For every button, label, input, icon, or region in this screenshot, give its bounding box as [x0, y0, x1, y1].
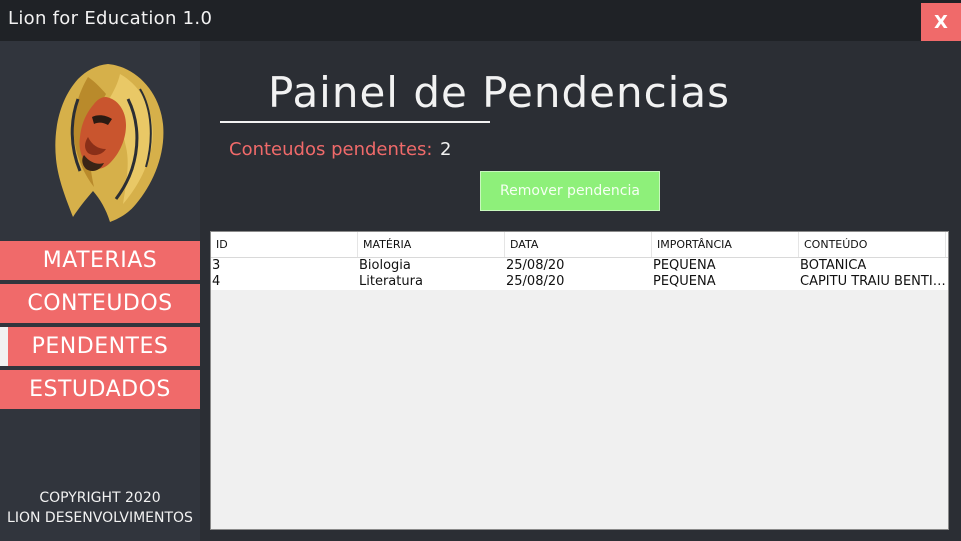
- cell-id: 3: [212, 258, 221, 273]
- pending-table[interactable]: ID MATÉRIA DATA IMPORTÂNCIA CONTEÚDO 3 B…: [210, 231, 949, 530]
- remove-pending-button[interactable]: Remover pendencia: [480, 171, 660, 211]
- column-header-materia[interactable]: MATÉRIA: [358, 232, 505, 257]
- sidebar-item-label: MATERIAS: [42, 248, 158, 273]
- sidebar-item-label: ESTUDADOS: [29, 377, 171, 402]
- copyright-line: LION DESENVOLVIMENTOS: [7, 510, 193, 526]
- copyright: COPYRIGHT 2020 LION DESENVOLVIMENTOS: [0, 488, 200, 528]
- sidebar: MATERIAS CONTEUDOS PENDENTES ESTUDADOS C…: [0, 41, 200, 541]
- cell-conteudo: BOTANICA: [800, 258, 867, 273]
- copyright-line: COPYRIGHT 2020: [39, 490, 161, 506]
- sidebar-item-label: CONTEUDOS: [27, 291, 173, 316]
- sidebar-item-materias[interactable]: MATERIAS: [0, 241, 200, 280]
- sidebar-item-conteudos[interactable]: CONTEUDOS: [0, 284, 200, 323]
- table-row[interactable]: 4 Literatura 25/08/20 PEQUENA CAPITU TRA…: [211, 274, 948, 290]
- app-title: Lion for Education 1.0: [8, 8, 213, 29]
- title-bar: Lion for Education 1.0 X: [0, 0, 961, 41]
- cell-id: 4: [212, 274, 221, 289]
- active-indicator: [0, 327, 8, 366]
- cell-materia: Literatura: [359, 274, 423, 289]
- table-header: ID MATÉRIA DATA IMPORTÂNCIA CONTEÚDO: [211, 232, 948, 258]
- column-header-data[interactable]: DATA: [505, 232, 652, 257]
- sidebar-item-label: PENDENTES: [31, 334, 169, 359]
- sidebar-item-estudados[interactable]: ESTUDADOS: [0, 370, 200, 409]
- cell-importancia: PEQUENA: [653, 274, 716, 289]
- cell-data: 25/08/20: [506, 274, 565, 289]
- title-underline: [220, 121, 490, 123]
- lion-logo-icon: [55, 64, 164, 222]
- pending-label: Conteudos pendentes:: [229, 139, 433, 160]
- cell-importancia: PEQUENA: [653, 258, 716, 273]
- column-header-id[interactable]: ID: [211, 232, 358, 257]
- cell-materia: Biologia: [359, 258, 411, 273]
- column-header-importancia[interactable]: IMPORTÂNCIA: [652, 232, 799, 257]
- cell-conteudo: CAPITU TRAIU BENTINHO: [800, 274, 946, 289]
- column-header-conteudo[interactable]: CONTEÚDO: [799, 232, 946, 257]
- close-button[interactable]: X: [921, 3, 961, 41]
- pending-count: 2: [440, 139, 452, 160]
- page-title: Painel de Pendencias: [268, 68, 730, 117]
- sidebar-item-pendentes[interactable]: PENDENTES: [0, 327, 200, 366]
- table-row[interactable]: 3 Biologia 25/08/20 PEQUENA BOTANICA: [211, 258, 948, 274]
- cell-data: 25/08/20: [506, 258, 565, 273]
